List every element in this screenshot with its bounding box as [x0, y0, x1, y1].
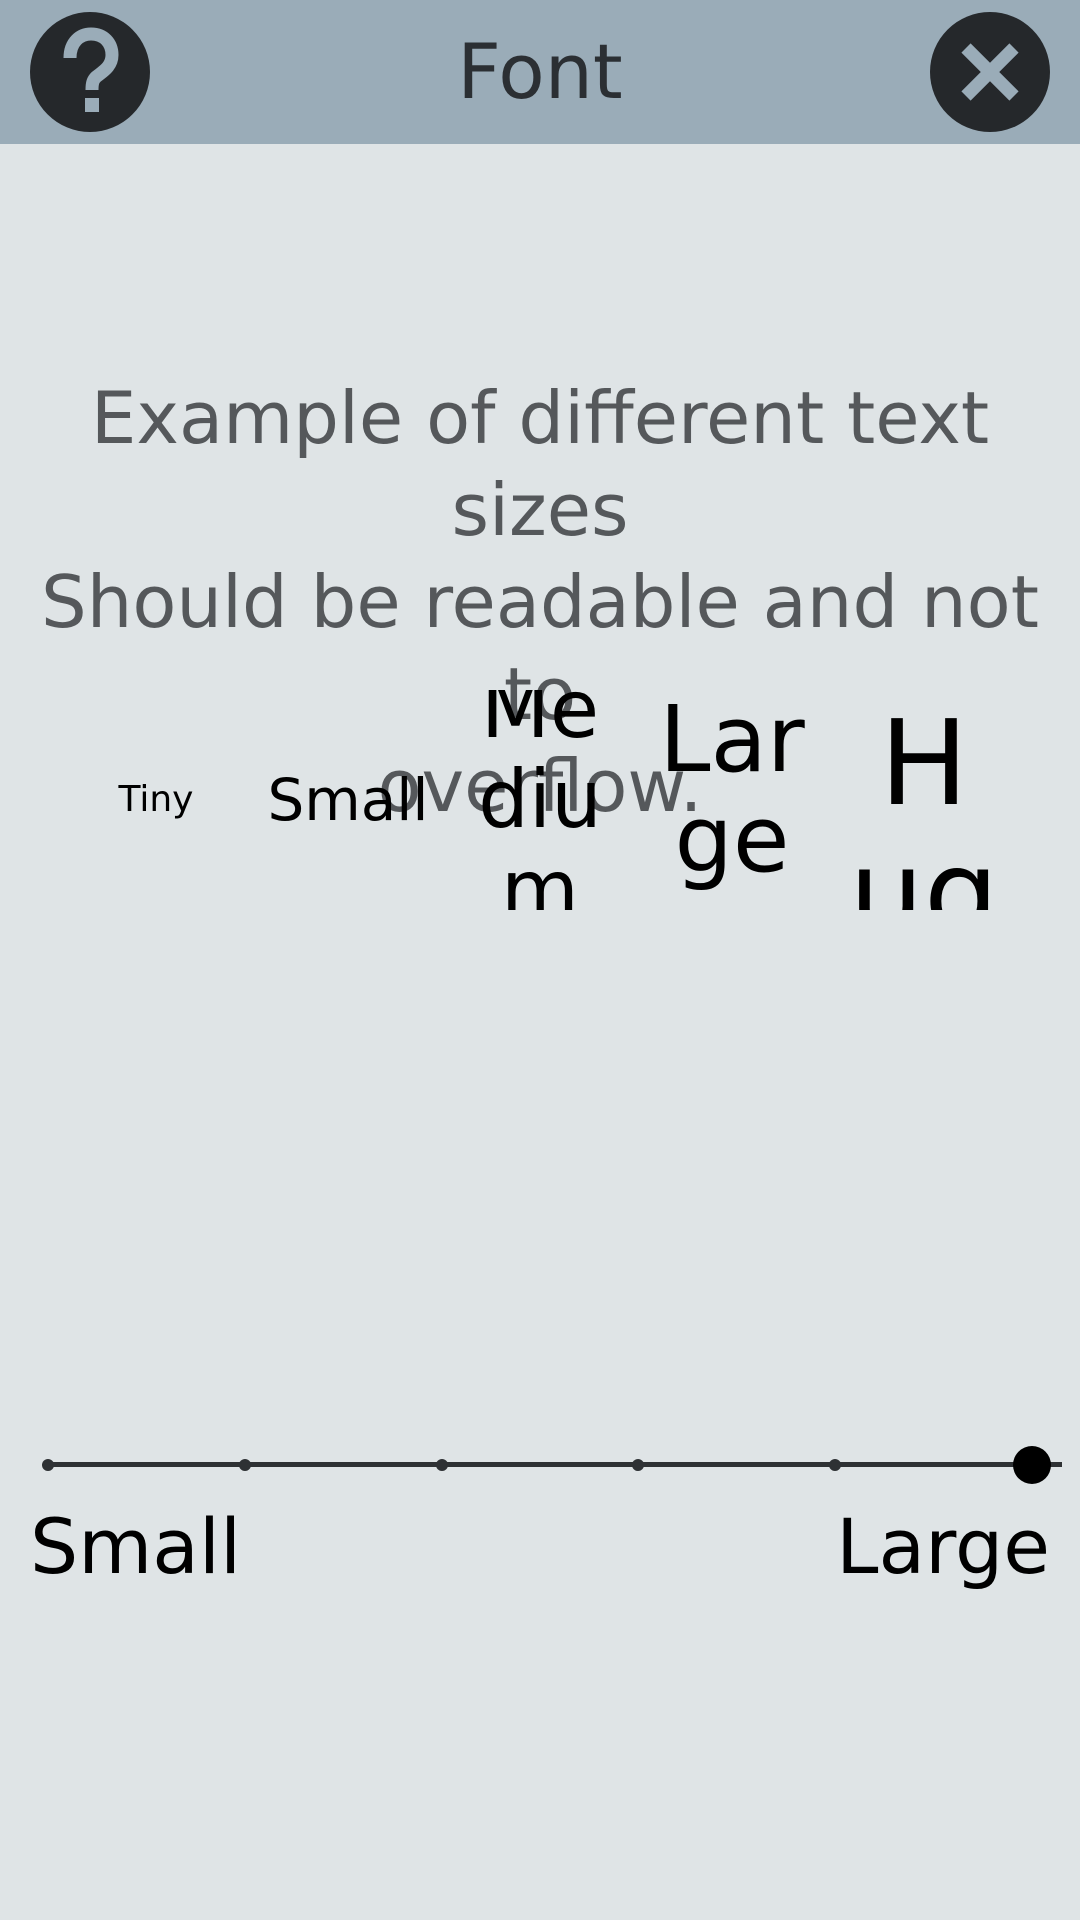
sample-small-label: Small [267, 766, 429, 834]
sample-medium: Medium [444, 690, 636, 910]
slider-stop-4[interactable] [632, 1459, 645, 1471]
question-mark-icon [63, 27, 119, 112]
font-settings-screen: Font Example of different text sizes Sho… [0, 0, 1080, 1920]
page-title: Font [457, 27, 623, 116]
close-button[interactable] [930, 12, 1050, 132]
close-x-icon [961, 43, 1019, 101]
slider-stop-3[interactable] [435, 1459, 448, 1471]
slider-knob[interactable] [1013, 1446, 1051, 1484]
slider-stop-5[interactable] [829, 1459, 842, 1471]
sample-medium-label: Medium [478, 690, 602, 910]
sample-tiny: Tiny [60, 690, 252, 910]
sample-huge: Huge [828, 690, 1020, 910]
sample-huge-label: Huge [849, 694, 999, 910]
help-button[interactable] [30, 12, 150, 132]
sample-small: Small [252, 690, 444, 910]
slider-min-label: Small [30, 1502, 242, 1591]
slider-max-label: Large [836, 1502, 1050, 1591]
header-bar: Font [0, 0, 1080, 144]
slider-track[interactable] [48, 1462, 1062, 1467]
sample-large-label: Large [659, 690, 805, 893]
slider-stop-1[interactable] [42, 1459, 54, 1471]
font-size-samples: Tiny Small Medium Large Huge [60, 690, 1020, 910]
sample-large: Large [636, 690, 828, 910]
slider-stop-2[interactable] [238, 1459, 251, 1471]
sample-tiny-label: Tiny [118, 779, 194, 820]
